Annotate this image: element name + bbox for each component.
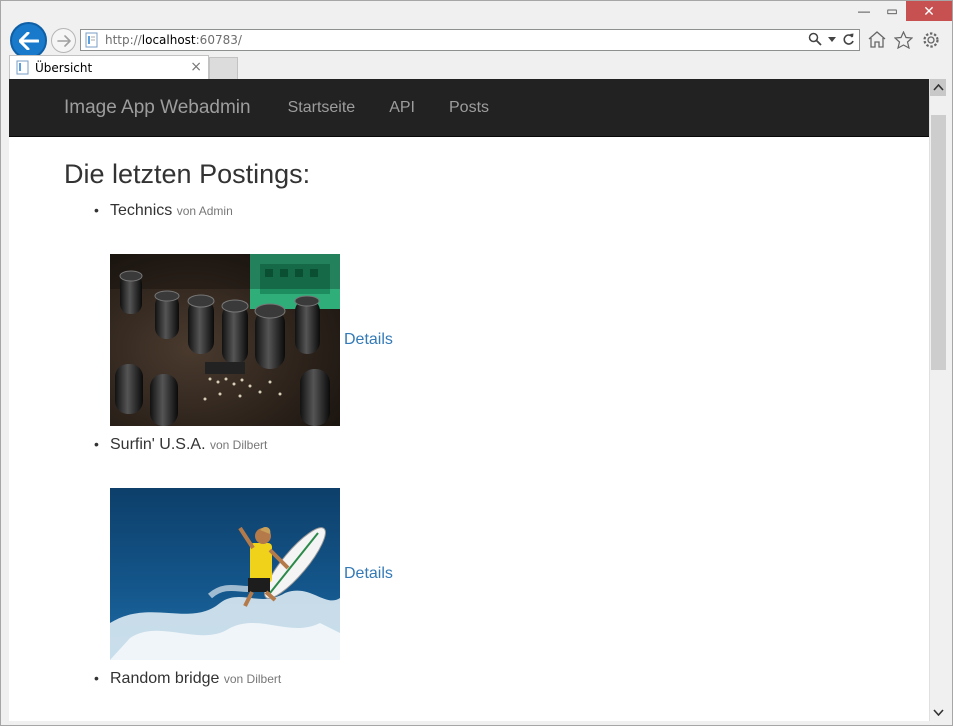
chevron-up-icon — [933, 84, 944, 91]
site-nav: Startseite API Posts — [271, 99, 506, 117]
site-navbar: Image App Webadmin Startseite API Posts — [9, 79, 929, 137]
window-caption-buttons: — ▭ ✕ — [850, 1, 952, 23]
dropdown-arrow-icon[interactable] — [828, 36, 836, 42]
chevron-down-icon — [933, 709, 944, 716]
search-icon[interactable] — [808, 32, 822, 46]
tab-bar: Übersicht × — [9, 55, 238, 79]
circuit-board-photo — [110, 254, 340, 426]
maximize-button[interactable]: ▭ — [878, 1, 906, 21]
surfer-photo — [110, 488, 340, 660]
browser-window: — ▭ ✕ http://localhost:60783/ Übersicht … — [0, 0, 953, 726]
post-author: von Admin — [176, 204, 233, 218]
tab-title: Übersicht — [35, 60, 93, 75]
settings-gear-icon[interactable] — [921, 30, 940, 49]
list-item: Technics von Admin — [94, 202, 914, 426]
nav-link-startseite[interactable]: Startseite — [271, 99, 373, 117]
home-icon[interactable] — [867, 30, 886, 49]
back-arrow-icon — [18, 31, 39, 50]
refresh-icon[interactable] — [842, 33, 855, 46]
list-item: Random bridge von Dilbert — [94, 670, 914, 688]
scroll-up-button[interactable] — [930, 79, 946, 96]
post-author: von Dilbert — [209, 438, 268, 452]
post-body: Details — [110, 254, 914, 426]
scroll-down-button[interactable] — [930, 704, 946, 721]
window-close-button[interactable]: ✕ — [906, 1, 952, 21]
vertical-scrollbar[interactable] — [929, 79, 946, 721]
favorites-star-icon[interactable] — [894, 30, 913, 49]
main-content: Die letzten Postings: Technics von Admin — [64, 159, 914, 688]
page-heading: Die letzten Postings: — [64, 159, 311, 189]
post-title: Technics — [110, 202, 173, 219]
tab-page-icon — [16, 60, 29, 75]
details-link[interactable]: Details — [344, 565, 393, 583]
back-button[interactable] — [10, 22, 47, 59]
post-image — [110, 254, 340, 426]
page-icon — [85, 32, 98, 48]
forward-arrow-icon — [56, 34, 71, 47]
site-brand[interactable]: Image App Webadmin — [64, 97, 251, 119]
nav-link-posts[interactable]: Posts — [432, 99, 506, 117]
browser-toolbar-right — [867, 30, 940, 49]
page-viewport: Image App Webadmin Startseite API Posts … — [9, 79, 946, 721]
tab-close-icon[interactable]: × — [190, 59, 202, 75]
nav-link-api[interactable]: API — [372, 99, 432, 117]
posts-list: Technics von Admin — [94, 202, 914, 688]
tab-uebersicht[interactable]: Übersicht × — [9, 55, 209, 79]
address-bar[interactable]: http://localhost:60783/ — [80, 29, 860, 51]
minimize-button[interactable]: — — [850, 1, 878, 21]
list-item: Surfin' U.S.A. von Dilbert — [94, 436, 914, 660]
details-link[interactable]: Details — [344, 331, 393, 349]
post-body: Details — [110, 488, 914, 660]
post-image — [110, 488, 340, 660]
post-title: Surfin' U.S.A. — [110, 436, 206, 453]
post-author: von Dilbert — [223, 672, 282, 686]
forward-button[interactable] — [51, 28, 76, 53]
address-tools — [808, 32, 855, 46]
post-title: Random bridge — [110, 670, 220, 687]
scroll-thumb[interactable] — [931, 115, 946, 370]
new-tab-button[interactable] — [209, 57, 238, 79]
url-text[interactable]: http://localhost:60783/ — [105, 33, 242, 47]
